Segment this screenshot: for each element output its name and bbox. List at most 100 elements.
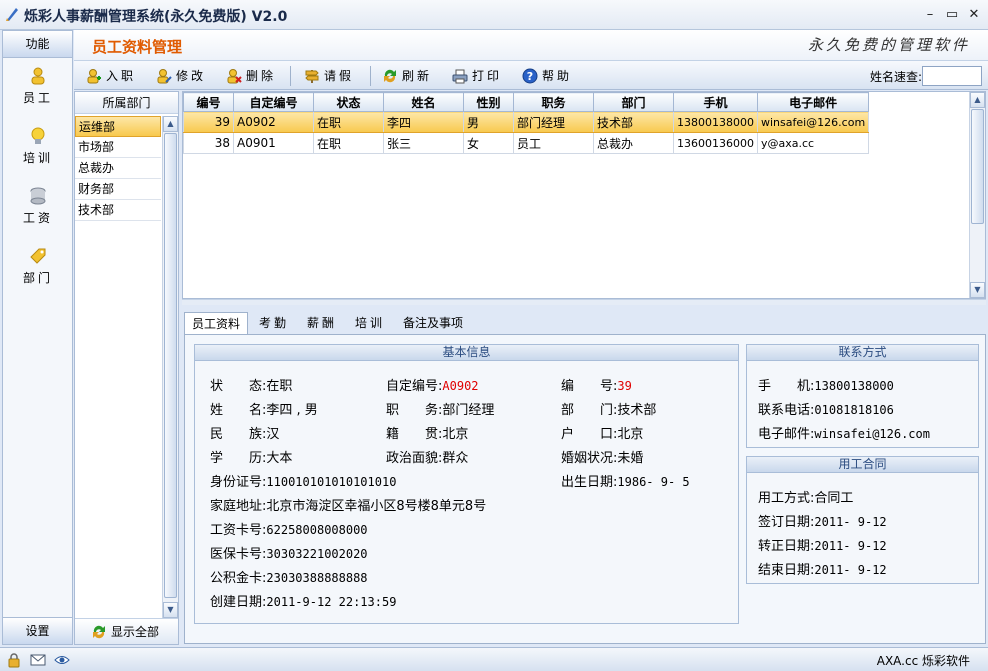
slogan: 永久免费的管理软件 <box>807 36 970 54</box>
field-education: 学 历:大本 <box>210 451 293 466</box>
mail-icon[interactable] <box>30 652 46 668</box>
nav-item-training[interactable]: 培训 <box>3 127 73 166</box>
column-header[interactable]: 手机 <box>673 92 758 112</box>
grid-scrollbar[interactable]: ▲ ▼ <box>969 92 985 298</box>
contact-group: 联系方式 手 机:13800138000 联系电话:01081818106 电子… <box>746 344 979 448</box>
coins-icon <box>30 187 46 205</box>
refresh-button[interactable]: 刷新 <box>382 67 432 85</box>
lightbulb-icon <box>31 127 45 144</box>
leave-request-button[interactable]: 请假 <box>304 67 354 85</box>
help-icon: ? <box>522 68 538 84</box>
lock-icon[interactable] <box>6 652 22 668</box>
group-title: 联系方式 <box>747 345 978 361</box>
tab-salary[interactable]: 薪酬 <box>300 312 344 334</box>
column-header[interactable]: 状态 <box>313 92 384 112</box>
window-title: 烁彩人事薪酬管理系统(永久免费版) V2.0 <box>24 9 288 25</box>
scroll-down-arrow-icon[interactable]: ▼ <box>163 602 178 618</box>
field-ethnicity: 民 族:汉 <box>210 427 280 442</box>
settings-button[interactable]: 设置 <box>3 617 72 644</box>
signpost-icon <box>305 70 319 83</box>
delete-employee-button[interactable]: 删除 <box>226 67 276 85</box>
scroll-thumb[interactable] <box>971 109 984 224</box>
nav-item-employee[interactable]: 员工 <box>3 67 73 106</box>
department-item-ops[interactable]: 运维部 <box>75 116 161 137</box>
field-address: 家庭地址:北京市海淀区幸福小区8号楼8单元8号 <box>210 499 487 514</box>
table-cell: 13800138000 <box>673 111 758 133</box>
minimize-button[interactable]: – <box>920 6 940 24</box>
nav-item-label: 培训 <box>22 151 53 165</box>
table-cell: 张三 <box>383 132 464 154</box>
column-header[interactable]: 姓名 <box>383 92 464 112</box>
quick-search-input[interactable] <box>922 66 982 86</box>
column-header[interactable]: 性别 <box>463 92 514 112</box>
show-all-button[interactable]: 显示全部 <box>75 618 178 644</box>
field-birth-date: 出生日期:1986- 9- 5 <box>561 475 690 490</box>
field-created-date: 创建日期:2011-9-12 22:13:59 <box>210 595 397 610</box>
group-title: 用工合同 <box>747 457 978 473</box>
table-cell: A0901 <box>233 132 314 154</box>
basic-info-group: 基本信息 状 态:在职 自定编号:A0902 编 号:39 姓 名:李四 , 男… <box>194 344 739 624</box>
field-end-date: 结束日期:2011- 9-12 <box>758 563 887 578</box>
person-icon <box>31 67 45 85</box>
close-button[interactable]: ✕ <box>964 6 984 24</box>
function-panel: 功能 员工 培训 工资 部门 设置 <box>2 30 73 645</box>
nav-item-salary[interactable]: 工资 <box>3 187 73 226</box>
table-cell: 部门经理 <box>513 111 594 133</box>
title-bar: 烁彩人事薪酬管理系统(永久免费版) V2.0 – ▭ ✕ <box>0 0 988 30</box>
table-row[interactable]: 38 A0901 在职 张三 女 员工 总裁办 13600136000 y@ax… <box>183 132 870 154</box>
status-bar: AXA.cc 烁彩软件 <box>0 647 988 671</box>
department-list-scrollbar[interactable]: ▲ ▼ <box>162 116 178 618</box>
column-header[interactable]: 电子邮件 <box>756 92 870 112</box>
column-header[interactable]: 自定编号 <box>233 92 314 112</box>
column-header[interactable]: 职务 <box>513 92 594 112</box>
table-cell: 总裁办 <box>593 132 674 154</box>
help-button[interactable]: ? 帮助 <box>522 67 572 85</box>
print-button[interactable]: 打印 <box>452 67 502 85</box>
scroll-thumb[interactable] <box>164 133 177 598</box>
field-salary-card: 工资卡号:62258008008000 <box>210 523 368 538</box>
tab-training[interactable]: 培训 <box>348 312 392 334</box>
scroll-up-arrow-icon[interactable]: ▲ <box>163 116 178 132</box>
scroll-up-arrow-icon[interactable]: ▲ <box>970 92 985 108</box>
panel-splitter[interactable] <box>182 299 986 305</box>
printer-icon <box>452 69 468 84</box>
field-hukou: 户 口:北京 <box>561 427 644 442</box>
field-employee-no: 编 号:39 <box>561 379 632 394</box>
maximize-button[interactable]: ▭ <box>942 6 962 24</box>
nav-item-department[interactable]: 部门 <box>3 247 73 286</box>
tab-notes[interactable]: 备注及事项 <box>398 312 468 334</box>
field-native-place: 籍 贯:北京 <box>386 427 469 442</box>
department-item-marketing[interactable]: 市场部 <box>75 137 161 158</box>
nav-item-label: 员工 <box>22 91 53 105</box>
app-logo-icon <box>6 8 18 21</box>
field-political: 政治面貌:群众 <box>386 451 469 466</box>
edit-employee-button[interactable]: 修改 <box>156 67 206 85</box>
table-cell: 13600136000 <box>673 132 758 154</box>
quick-search-label: 姓名速查: <box>869 70 922 84</box>
table-cell: 38 <box>183 132 234 154</box>
field-mobile: 手 机:13800138000 <box>758 379 894 394</box>
department-item-finance[interactable]: 财务部 <box>75 179 161 200</box>
column-header[interactable]: 编号 <box>183 92 234 112</box>
page-header: 员工资料管理 永久免费的管理软件 <box>74 30 988 60</box>
eye-icon[interactable] <box>54 652 70 668</box>
tab-attendance[interactable]: 考勤 <box>252 312 296 334</box>
table-row[interactable]: 39 A0902 在职 李四 男 部门经理 技术部 13800138000 wi… <box>183 111 870 133</box>
nav-item-label: 工资 <box>22 211 53 225</box>
tab-employee-info[interactable]: 员工资料 <box>184 312 248 336</box>
scroll-down-arrow-icon[interactable]: ▼ <box>970 282 985 298</box>
field-custom-no: 自定编号:A0902 <box>386 379 479 394</box>
department-item-ceo-office[interactable]: 总裁办 <box>75 158 161 179</box>
refresh-icon <box>93 625 105 639</box>
tag-icon <box>30 248 46 264</box>
department-item-tech[interactable]: 技术部 <box>75 200 161 221</box>
table-cell: A0902 <box>233 111 314 133</box>
column-header[interactable]: 部门 <box>593 92 674 112</box>
field-status: 状 态:在职 <box>210 379 293 394</box>
field-name: 姓 名:李四 , 男 <box>210 403 318 418</box>
add-employee-button[interactable]: 入职 <box>86 67 136 85</box>
toolbar-separator <box>370 66 371 86</box>
function-panel-header: 功能 <box>3 31 72 58</box>
field-medical-card: 医保卡号:30303221002020 <box>210 547 368 562</box>
user-add-icon <box>87 69 101 84</box>
